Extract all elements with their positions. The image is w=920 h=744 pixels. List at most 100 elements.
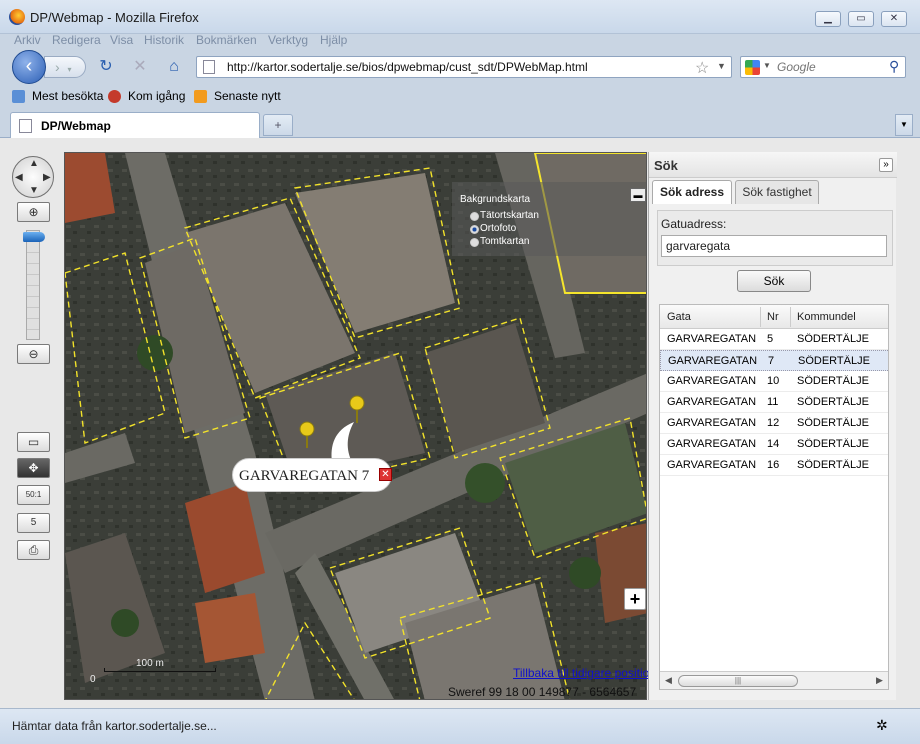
forward-button[interactable]: › ▾ <box>44 56 86 78</box>
cell-gata: GARVAREGATAN <box>667 438 757 450</box>
tab-search-address[interactable]: Sök adress <box>652 180 732 204</box>
horizontal-scrollbar[interactable]: ◀ ||| ▶ <box>660 671 888 689</box>
cell-gata: GARVAREGATAN <box>667 459 757 471</box>
search-panel: Sök » Sök adress Sök fastighet Gatuadres… <box>648 152 897 700</box>
menu-visa[interactable]: Visa <box>110 33 133 47</box>
cell-gata: GARVAREGATAN <box>667 396 757 408</box>
cell-kommundel: SÖDERTÄLJE <box>797 438 869 450</box>
print-icon[interactable]: ⎙ <box>17 540 50 560</box>
reload-icon[interactable]: ↻ <box>96 58 116 76</box>
bookmark-getting-started[interactable]: Kom igång <box>128 89 185 103</box>
scrollbar-thumb[interactable]: ||| <box>678 675 798 687</box>
zoom-in-button[interactable]: ⊕ <box>17 202 50 222</box>
url-dropdown-icon[interactable]: ▼ <box>717 61 726 71</box>
zoom-slider[interactable] <box>26 230 40 340</box>
scroll-left-icon[interactable]: ◀ <box>665 675 672 686</box>
layer-label-ortofoto[interactable]: Ortofoto <box>480 223 516 234</box>
cell-gata: GARVAREGATAN <box>667 417 757 429</box>
cell-kommundel: SÖDERTÄLJE <box>797 459 869 471</box>
tab-search-property[interactable]: Sök fastighet <box>735 180 819 204</box>
table-row[interactable]: GARVAREGATAN 7 SÖDERTÄLJE <box>660 350 888 371</box>
scale-zero-label: 0 <box>90 674 96 685</box>
popup-address-label: GARVAREGATAN 7 <box>239 468 370 484</box>
layer-radio-tomtkartan[interactable] <box>470 238 479 247</box>
layer-switcher-title: Bakgrundskarta <box>460 194 531 205</box>
bookmarks-bar: Mest besökta Kom igång Senaste nytt <box>0 86 920 108</box>
addon-bug-icon[interactable]: ✲ <box>876 717 888 734</box>
table-row[interactable]: GARVAREGATAN 5 SÖDERTÄLJE <box>660 329 888 350</box>
pan-tool-icon[interactable]: ✥ <box>17 458 50 478</box>
tab-list-button[interactable]: ▼ <box>895 114 913 136</box>
search-box[interactable]: ▼ ⚲ <box>740 56 906 78</box>
maximize-button[interactable]: ▭ <box>848 11 874 27</box>
close-window-button[interactable]: ✕ <box>881 11 907 27</box>
column-header-gata[interactable]: Gata <box>667 311 691 323</box>
cell-kommundel: SÖDERTÄLJE <box>797 333 869 345</box>
street-address-input[interactable] <box>661 235 887 257</box>
stop-icon[interactable]: ✕ <box>130 58 150 76</box>
pan-right-icon[interactable]: ▶ <box>43 172 51 183</box>
home-icon[interactable]: ⌂ <box>164 58 184 76</box>
layer-radio-tatortskartan[interactable] <box>470 212 479 221</box>
minimize-button[interactable]: ▁ <box>815 11 841 27</box>
menu-bokmarken[interactable]: Bokmärken <box>196 33 257 47</box>
zoom-box-icon[interactable]: ▭ <box>17 432 50 452</box>
window-title: DP/Webmap - Mozilla Firefox <box>30 10 199 25</box>
firefox-logo-icon <box>9 9 25 25</box>
menu-verktyg[interactable]: Verktyg <box>268 33 308 47</box>
coordinate-readout: Sweref 99 18 00 149877 - 6564657 <box>448 685 637 699</box>
menu-bar: Arkiv Redigera Visa Historik Bokmärken V… <box>0 30 920 52</box>
layer-minimize-button[interactable]: ▬ <box>630 188 646 202</box>
cell-kommundel: SÖDERTÄLJE <box>798 355 870 367</box>
table-row[interactable]: GARVAREGATAN 14 SÖDERTÄLJE <box>660 434 888 455</box>
layer-radio-ortofoto[interactable] <box>470 225 479 234</box>
rss-feed-icon <box>194 90 207 103</box>
overview-toggle-button[interactable]: + <box>624 588 646 610</box>
search-button[interactable]: Sök <box>737 270 811 292</box>
search-engine-dropdown-icon[interactable]: ▼ <box>763 61 771 70</box>
url-bar[interactable]: http://kartor.sodertalje.se/bios/dpwebma… <box>196 56 732 78</box>
zoom-out-button[interactable]: ⊖ <box>17 344 50 364</box>
panel-title: Sök <box>654 158 678 173</box>
most-visited-icon <box>12 90 25 103</box>
column-header-kommundel[interactable]: Kommundel <box>797 311 856 323</box>
search-input[interactable] <box>777 59 887 75</box>
tab-dpwebmap[interactable]: DP/Webmap <box>10 112 260 138</box>
new-tab-button[interactable]: + <box>263 114 293 136</box>
page-icon <box>203 60 215 74</box>
table-row[interactable]: GARVAREGATAN 12 SÖDERTÄLJE <box>660 413 888 434</box>
pan-up-icon[interactable]: ▲ <box>29 158 39 169</box>
tab-page-icon <box>19 119 32 133</box>
scroll-right-icon[interactable]: ▶ <box>876 675 883 686</box>
menu-historik[interactable]: Historik <box>144 33 184 47</box>
pan-down-icon[interactable]: ▼ <box>29 185 39 196</box>
table-row[interactable]: GARVAREGATAN 10 SÖDERTÄLJE <box>660 371 888 392</box>
pan-control[interactable]: ▲ ▼ ◀ ▶ <box>12 156 54 198</box>
table-row[interactable]: GARVAREGATAN 11 SÖDERTÄLJE <box>660 392 888 413</box>
scale-bar: 0 100 m <box>80 658 220 688</box>
layer-label-tatortskartan[interactable]: Tätortskartan <box>480 210 539 221</box>
popup-tail <box>331 422 354 462</box>
column-header-nr[interactable]: Nr <box>767 311 779 323</box>
back-button[interactable]: ‹ <box>12 50 46 84</box>
menu-hjalp[interactable]: Hjälp <box>320 33 347 47</box>
collapse-panel-icon[interactable]: » <box>879 158 893 172</box>
menu-redigera[interactable]: Redigera <box>52 33 101 47</box>
cell-gata: GARVAREGATAN <box>667 375 757 387</box>
bookmark-most-visited[interactable]: Mest besökta <box>32 89 103 103</box>
cell-gata: GARVAREGATAN <box>667 333 757 345</box>
zoom-scale-icon[interactable]: 50:1 <box>17 485 50 505</box>
pan-left-icon[interactable]: ◀ <box>15 172 23 183</box>
bookmark-star-icon[interactable]: ☆ <box>695 58 709 78</box>
page-layer-icon[interactable]: 5 <box>17 513 50 533</box>
table-row[interactable]: GARVAREGATAN 16 SÖDERTÄLJE <box>660 455 888 476</box>
popup-close-icon[interactable]: ✕ <box>379 468 392 481</box>
bookmark-latest-news[interactable]: Senaste nytt <box>214 89 281 103</box>
back-to-position-link[interactable]: Tillbaka till tidigare position <box>513 666 656 680</box>
layer-label-tomtkartan[interactable]: Tomtkartan <box>480 236 529 247</box>
google-icon[interactable] <box>745 60 760 75</box>
zoom-slider-thumb[interactable] <box>23 232 45 242</box>
menu-arkiv[interactable]: Arkiv <box>14 33 41 47</box>
search-icon[interactable]: ⚲ <box>889 58 899 75</box>
cell-nr: 16 <box>767 459 780 471</box>
